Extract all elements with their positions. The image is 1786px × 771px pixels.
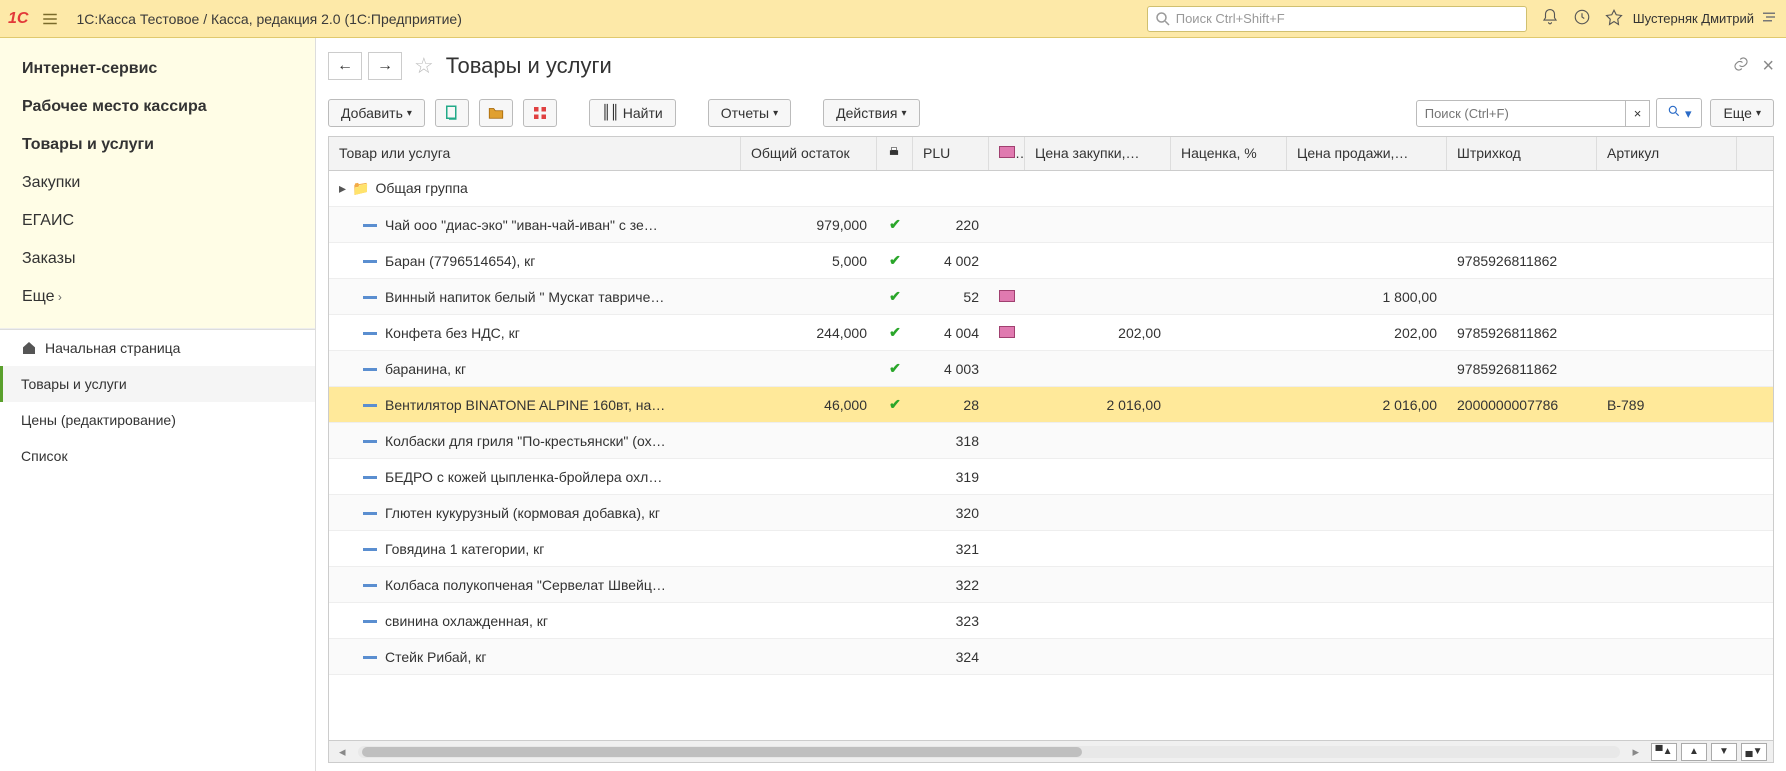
data-table: Товар или услуга Общий остаток PLU Цена … <box>328 136 1774 763</box>
global-search-placeholder: Поиск Ctrl+Shift+F <box>1176 11 1285 26</box>
tab-item-2[interactable]: Цены (редактирование) <box>0 402 315 438</box>
item-marker-icon <box>363 476 377 479</box>
money-icon <box>999 290 1015 302</box>
page-title: Товары и услуги <box>446 53 612 79</box>
user-name[interactable]: Шустерняк Дмитрий <box>1633 11 1754 26</box>
nav-forward-button[interactable]: → <box>368 52 402 80</box>
table-row[interactable]: Колбаса полукопченая "Сервелат Швейц…322 <box>329 567 1773 603</box>
search-input[interactable] <box>1416 100 1626 127</box>
close-icon[interactable]: × <box>1762 55 1774 78</box>
table-row[interactable]: баранина, кг✔4 0039785926811862 <box>329 351 1773 387</box>
item-marker-icon <box>363 224 377 227</box>
settings-lines-icon[interactable] <box>1760 8 1778 29</box>
item-marker-icon <box>363 404 377 407</box>
window-title: 1С:Касса Тестовое / Касса, редакция 2.0 … <box>76 11 461 27</box>
link-icon[interactable] <box>1732 55 1750 78</box>
item-marker-icon <box>363 260 377 263</box>
sidebar: Интернет-сервисРабочее место кассираТова… <box>0 38 316 771</box>
table-row[interactable]: Говядина 1 категории, кг321 <box>329 531 1773 567</box>
hamburger-icon[interactable] <box>36 5 64 33</box>
find-button[interactable]: ║║ Найти <box>589 99 676 127</box>
th-printer-icon[interactable] <box>877 137 913 170</box>
table-row[interactable]: Чай ооо "диас-эко" "иван-чай-иван" с зе…… <box>329 207 1773 243</box>
check-icon: ✔ <box>889 396 901 412</box>
th-stock[interactable]: Общий остаток <box>741 137 877 170</box>
scroll-up-button[interactable]: ▲ <box>1681 743 1707 761</box>
global-search[interactable]: Поиск Ctrl+Shift+F <box>1147 6 1527 32</box>
th-name[interactable]: Товар или услуга <box>329 137 741 170</box>
money-icon <box>999 326 1015 338</box>
item-marker-icon <box>363 368 377 371</box>
item-marker-icon <box>363 332 377 335</box>
item-marker-icon <box>363 620 377 623</box>
th-money-icon[interactable] <box>989 137 1025 170</box>
content-area: ← → ☆ Товары и услуги × Добавить ▾ ║║ На… <box>316 38 1786 771</box>
sidebar-item-1[interactable]: Рабочее место кассира <box>0 88 315 126</box>
table-row[interactable]: Глютен кукурузный (кормовая добавка), кг… <box>329 495 1773 531</box>
topbar: 1C 1С:Касса Тестовое / Касса, редакция 2… <box>0 0 1786 38</box>
table-row[interactable]: БЕДРО с кожей цыпленка-бройлера охл…319 <box>329 459 1773 495</box>
th-plu[interactable]: PLU <box>913 137 989 170</box>
sidebar-item-2[interactable]: Товары и услуги <box>0 126 315 164</box>
table-row[interactable]: Вентилятор BINATONE ALPINE 160вт, на…46,… <box>329 387 1773 423</box>
nav-back-button[interactable]: ← <box>328 52 362 80</box>
reports-button[interactable]: Отчеты ▾ <box>708 99 791 127</box>
check-icon: ✔ <box>889 252 901 268</box>
table-row[interactable]: Конфета без НДС, кг244,000✔4 004202,0020… <box>329 315 1773 351</box>
actions-button[interactable]: Действия ▾ <box>823 99 919 127</box>
tab-item-0[interactable]: Начальная страница <box>0 330 315 366</box>
scroll-down-button[interactable]: ▼ <box>1711 743 1737 761</box>
item-marker-icon <box>363 296 377 299</box>
home-icon <box>21 340 37 356</box>
scroll-top-bar-button[interactable]: ▀▲ <box>1651 743 1677 761</box>
sidebar-item-0[interactable]: Интернет-сервис <box>0 50 315 88</box>
sidebar-item-5[interactable]: Заказы <box>0 240 315 278</box>
table-footer: ◂ ▸ ▀▲ ▲ ▼ ▄▼ <box>329 740 1773 762</box>
th-article[interactable]: Артикул <box>1597 137 1737 170</box>
item-marker-icon <box>363 548 377 551</box>
scroll-bottom-bar-button[interactable]: ▄▼ <box>1741 743 1767 761</box>
bell-icon[interactable] <box>1541 8 1559 29</box>
item-marker-icon <box>363 440 377 443</box>
toolbar: Добавить ▾ ║║ Найти Отчеты ▾ Действия ▾ … <box>328 94 1774 136</box>
history-icon[interactable] <box>1573 8 1591 29</box>
more-button[interactable]: Еще ▾ <box>1710 99 1774 127</box>
th-barcode[interactable]: Штрихкод <box>1447 137 1597 170</box>
app-logo: 1C <box>8 10 28 28</box>
check-icon: ✔ <box>889 216 901 232</box>
grid-button[interactable] <box>523 99 557 127</box>
search-go-button[interactable]: ▾ <box>1656 98 1702 128</box>
item-marker-icon <box>363 512 377 515</box>
sidebar-item-3[interactable]: Закупки <box>0 164 315 202</box>
expand-icon[interactable]: ▸ <box>339 180 346 196</box>
check-icon: ✔ <box>889 288 901 304</box>
new-doc-button[interactable] <box>435 99 469 127</box>
item-marker-icon <box>363 584 377 587</box>
favorite-star-icon[interactable]: ☆ <box>414 53 434 79</box>
add-button[interactable]: Добавить ▾ <box>328 99 425 127</box>
horizontal-scrollbar[interactable] <box>358 746 1621 758</box>
th-buy[interactable]: Цена закупки,… <box>1025 137 1171 170</box>
check-icon: ✔ <box>889 360 901 376</box>
table-row[interactable]: свинина охлажденная, кг323 <box>329 603 1773 639</box>
search-icon <box>1154 10 1172 28</box>
tab-item-3[interactable]: Список <box>0 438 315 474</box>
sidebar-item-4[interactable]: ЕГАИС <box>0 202 315 240</box>
check-icon: ✔ <box>889 324 901 340</box>
sidebar-item-6[interactable]: Еще <box>0 278 315 316</box>
folder-icon: 📁 <box>352 180 369 196</box>
table-row[interactable]: Стейк Рибай, кг324 <box>329 639 1773 675</box>
table-header: Товар или услуга Общий остаток PLU Цена … <box>329 137 1773 171</box>
table-row[interactable]: Баран (7796514654), кг5,000✔4 0029785926… <box>329 243 1773 279</box>
th-markup[interactable]: Наценка, % <box>1171 137 1287 170</box>
item-marker-icon <box>363 656 377 659</box>
star-icon[interactable] <box>1605 8 1623 29</box>
new-folder-button[interactable] <box>479 99 513 127</box>
table-row[interactable]: Колбаски для гриля "По-крестьянски" (ох…… <box>329 423 1773 459</box>
tab-item-1[interactable]: Товары и услуги <box>0 366 315 402</box>
th-sell[interactable]: Цена продажи,… <box>1287 137 1447 170</box>
table-row[interactable]: Винный напиток белый " Мускат тавриче…✔5… <box>329 279 1773 315</box>
table-group-row[interactable]: ▸📁Общая группа <box>329 171 1773 207</box>
search-clear-button[interactable]: × <box>1626 100 1651 127</box>
